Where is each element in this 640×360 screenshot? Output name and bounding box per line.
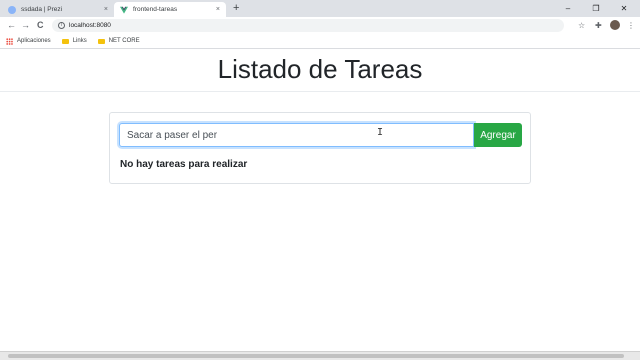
prezi-favicon-icon <box>8 5 16 14</box>
restore-button[interactable]: ❐ <box>582 1 610 15</box>
tab-frontend-tareas[interactable]: frontend-tareas × <box>114 2 226 17</box>
site-info-icon[interactable]: i <box>58 22 65 29</box>
bookmark-net-core[interactable]: NET CORE <box>97 38 140 44</box>
close-tab-icon[interactable]: × <box>104 6 108 13</box>
bookmark-links[interactable]: Links <box>61 38 87 44</box>
minimize-button[interactable]: – <box>554 1 582 15</box>
address-url: localhost:8080 <box>69 22 111 29</box>
horizontal-scrollbar[interactable] <box>0 351 640 360</box>
scrollbar-thumb[interactable] <box>8 354 624 358</box>
reload-button[interactable]: C <box>37 19 44 31</box>
back-button[interactable]: ← <box>7 19 16 31</box>
title-divider <box>0 91 640 92</box>
bookmark-aplicaciones[interactable]: Aplicaciones <box>6 37 51 45</box>
close-window-button[interactable]: ✕ <box>610 1 638 15</box>
empty-tasks-message: No hay tareas para realizar <box>120 159 248 170</box>
browser-menu-icon[interactable]: ⋮ <box>627 20 635 31</box>
forward-button[interactable]: → <box>21 19 30 31</box>
new-tab-button[interactable]: + <box>233 2 239 14</box>
tab-title: ssdada | Prezi <box>21 6 63 13</box>
tab-prezi[interactable]: ssdada | Prezi × <box>2 2 114 17</box>
task-card: Agregar No hay tareas para realizar <box>109 112 531 184</box>
address-bar[interactable]: i localhost:8080 <box>52 19 564 32</box>
folder-icon <box>97 38 105 44</box>
bookmark-star-icon[interactable]: ☆ <box>578 20 585 31</box>
bookmarks-bar: Aplicaciones Links NET CORE <box>0 34 640 49</box>
bookmark-label: Aplicaciones <box>17 38 51 44</box>
bookmark-label: NET CORE <box>108 38 140 44</box>
apps-icon <box>6 37 13 45</box>
page-title: Listado de Tareas <box>217 54 423 84</box>
close-tab-icon[interactable]: × <box>216 6 220 13</box>
extensions-icon[interactable]: ✚ <box>595 20 602 31</box>
task-input[interactable] <box>119 123 474 147</box>
profile-avatar[interactable] <box>610 20 620 30</box>
folder-icon <box>61 38 69 44</box>
page-content: Listado de Tareas Agregar No hay tareas … <box>0 50 640 351</box>
tab-strip: ssdada | Prezi × frontend-tareas × + – ❐… <box>0 0 640 17</box>
tab-title: frontend-tareas <box>133 6 178 13</box>
bookmark-label: Links <box>72 38 87 44</box>
browser-toolbar: ← → C i localhost:8080 ☆ ✚ ⋮ <box>0 17 640 34</box>
add-task-button[interactable]: Agregar <box>474 123 522 147</box>
vue-favicon-icon <box>120 6 128 14</box>
text-cursor-icon: I <box>377 127 384 138</box>
